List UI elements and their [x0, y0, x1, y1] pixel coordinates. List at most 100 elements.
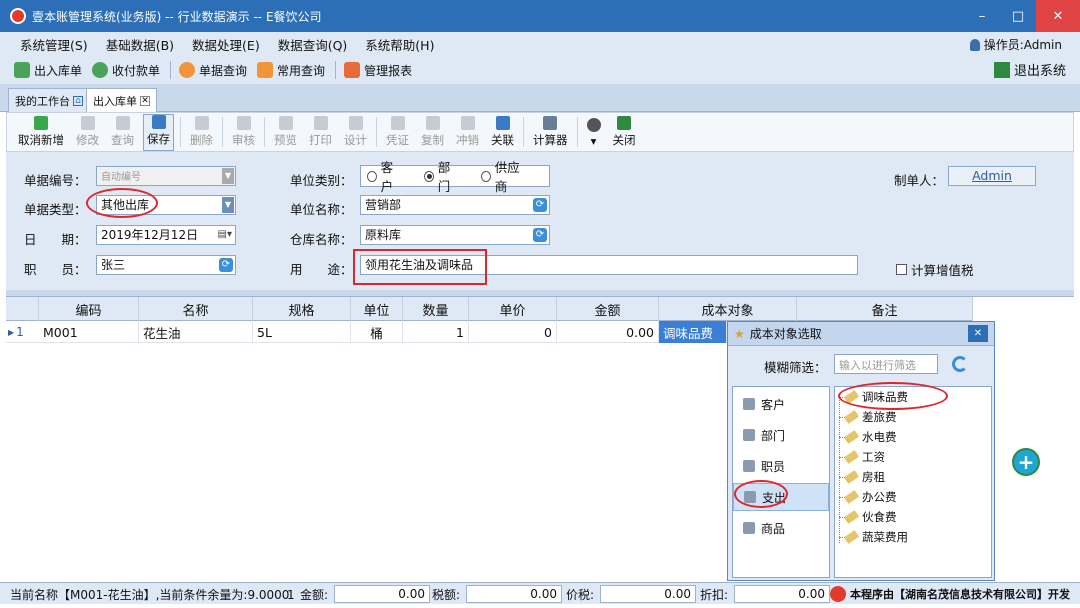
amount-value: 0.00 [334, 585, 430, 603]
tree-item[interactable]: 伙食费 [839, 508, 897, 526]
cell-name[interactable]: 花生油 [139, 321, 253, 343]
query-button[interactable]: 查询 [108, 116, 137, 151]
tree-item[interactable]: 工资 [839, 448, 885, 466]
copy-button[interactable]: 复制 [418, 116, 447, 151]
cell-amount[interactable]: 0.00 [557, 321, 659, 343]
unit-category-label: 单位类别： [290, 173, 353, 188]
menu-system[interactable]: 系统管理(S) [20, 35, 88, 54]
quick-common-query-button[interactable]: 常用查询 [257, 62, 325, 79]
col-name[interactable]: 名称 [139, 297, 253, 321]
cancel-new-button[interactable]: 取消新增 [15, 116, 67, 151]
developer-brand: 本程序由【湖南名茂信息技术有限公司】开发 [830, 586, 1070, 602]
tree-item[interactable]: 蔬菜费用 [839, 528, 908, 546]
cell-spec[interactable]: 5L [253, 321, 351, 343]
close-window-button[interactable]: ✕ [1036, 0, 1080, 32]
tab-inout-doc[interactable]: 出入库单 ✕ [86, 88, 157, 112]
col-amount[interactable]: 金额 [557, 297, 659, 321]
discount-value: 0.00 [734, 585, 830, 603]
col-qty[interactable]: 数量 [403, 297, 469, 321]
add-row-button[interactable]: + [1012, 448, 1040, 476]
link-button[interactable]: 关联 [488, 116, 517, 151]
cell-qty[interactable]: 1 [403, 321, 469, 343]
doc-no-label: 单据编号： [24, 173, 87, 188]
category-department[interactable]: 部门 [733, 421, 829, 449]
radio-supplier[interactable]: 供应商 [481, 157, 527, 195]
design-button[interactable]: 设计 [341, 116, 370, 151]
category-staff[interactable]: 职员 [733, 452, 829, 480]
filter-input[interactable]: 输入以进行筛选 [834, 354, 938, 374]
close-tab-icon[interactable]: ✕ [140, 95, 150, 106]
menu-basic-data[interactable]: 基础数据(B) [106, 35, 174, 54]
price-tax-label: 价税: [566, 588, 595, 602]
minimize-button[interactable]: – [964, 0, 1000, 32]
category-goods[interactable]: 商品 [733, 514, 829, 542]
voucher-icon [390, 116, 405, 130]
col-cost-object[interactable]: 成本对象 [659, 297, 797, 321]
toolbar-separator [264, 117, 265, 147]
menu-data-query[interactable]: 数据查询(Q) [278, 35, 348, 54]
tag-icon [843, 509, 860, 525]
refresh-icon[interactable] [952, 356, 968, 372]
picker-title-bar: ★ 成本对象选取 [728, 322, 994, 346]
col-unit[interactable]: 单位 [351, 297, 403, 321]
refresh-icon[interactable]: ⟳ [219, 258, 233, 272]
refresh-icon[interactable]: ⟳ [533, 228, 547, 242]
cell-code[interactable]: M001 [39, 321, 139, 343]
settings-dropdown-button[interactable]: ▾ [584, 118, 604, 151]
unit-category-radio-group: 客户 部门 供应商 [360, 160, 550, 194]
quick-inout-button[interactable]: 出入库单 [14, 62, 82, 79]
voucher-button[interactable]: 凭证 [383, 116, 412, 151]
vat-checkbox[interactable]: 计算增值税 [896, 260, 974, 279]
quick-payment-button[interactable]: 收付款单 [92, 62, 160, 79]
tree-item[interactable]: 办公费 [839, 488, 897, 506]
preview-icon [278, 116, 293, 130]
col-price[interactable]: 单价 [469, 297, 557, 321]
col-spec[interactable]: 规格 [253, 297, 351, 321]
cell-price[interactable]: 0 [469, 321, 557, 343]
radio-department[interactable]: 部门 [424, 157, 459, 195]
category-customer[interactable]: 客户 [733, 390, 829, 418]
picker-close-button[interactable]: ✕ [968, 325, 988, 342]
refresh-icon[interactable]: ⟳ [533, 198, 547, 212]
tag-icon [843, 469, 860, 485]
cell-cost-object[interactable]: 调味品费 [659, 321, 727, 343]
warehouse-field[interactable]: 原料库 ⟳ [360, 225, 550, 245]
status-bar: 当前名称【M001-花生油】,当前条件余量为:9.0000 1 金额: 0.00… [0, 582, 1080, 604]
menu-data-processing[interactable]: 数据处理(E) [192, 35, 260, 54]
cell-unit[interactable]: 桶 [351, 321, 403, 343]
pencil-icon [80, 116, 95, 130]
menu-help[interactable]: 系统帮助(H) [365, 35, 434, 54]
close-doc-button[interactable]: 关闭 [610, 116, 639, 151]
staff-field[interactable]: 张三 ⟳ [96, 255, 236, 275]
reverse-button[interactable]: 冲销 [453, 116, 482, 151]
save-button[interactable]: 保存 [143, 114, 174, 151]
edit-button[interactable]: 修改 [73, 116, 102, 151]
calendar-icon[interactable]: ▤▾ [218, 228, 232, 242]
delete-button[interactable]: 删除 [187, 116, 216, 151]
unit-name-field[interactable]: 营销部 ⟳ [360, 195, 550, 215]
col-remark[interactable]: 备注 [797, 297, 973, 321]
quick-doc-query-button[interactable]: 单据查询 [179, 62, 247, 79]
row-indicator: ▶ 1 [8, 325, 24, 339]
audit-button[interactable]: 审核 [229, 116, 258, 151]
date-field[interactable]: 2019年12月12日 ▤▾ [96, 225, 236, 245]
tree-item[interactable]: 水电费 [839, 428, 897, 446]
tree-item[interactable]: 房租 [839, 468, 885, 486]
toolbar-separator [222, 117, 223, 147]
quick-report-button[interactable]: 管理报表 [344, 62, 412, 79]
tree-item[interactable]: 差旅费 [839, 408, 897, 426]
print-button[interactable]: 打印 [306, 116, 335, 151]
quickbar-separator [170, 61, 172, 79]
document-toolbar: 取消新增 修改 查询 保存 删除 审核 预览 打印 设计 凭证 复制 冲销 关联… [6, 112, 1074, 152]
creator-value: Admin [948, 166, 1036, 186]
maximize-button[interactable]: □ [1000, 0, 1036, 32]
unit-name-label: 单位名称： [290, 202, 353, 217]
tab-workbench[interactable]: 我的工作台 ⌂ [8, 88, 90, 112]
col-code[interactable]: 编码 [39, 297, 139, 321]
exit-system-button[interactable]: 退出系统 [993, 60, 1066, 79]
star-icon: ★ [734, 326, 745, 341]
radio-customer[interactable]: 客户 [367, 157, 402, 195]
calculator-button[interactable]: 计算器 [530, 116, 571, 151]
preview-button[interactable]: 预览 [271, 116, 300, 151]
chevron-down-icon[interactable]: ▼ [222, 197, 234, 213]
